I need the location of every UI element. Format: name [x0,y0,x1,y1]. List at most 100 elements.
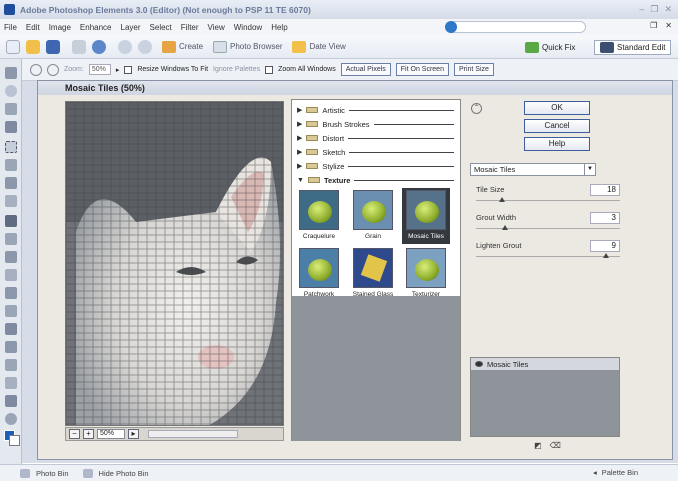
eraser-tool-icon[interactable] [5,323,17,335]
photo-browser-button[interactable]: Photo Browser [213,40,282,53]
red-eye-tool-icon[interactable] [5,269,17,281]
menu-edit[interactable]: Edit [26,23,40,32]
filter-thumb-texturizer[interactable]: Texturizer [402,248,450,300]
preview-zoom-out-button[interactable]: − [69,429,80,439]
hide-photo-bin-label[interactable]: Hide Photo Bin [99,469,149,478]
zoom-out-icon[interactable] [47,63,59,76]
category-sketch[interactable]: ▶ Sketch [292,146,460,158]
filter-thumb-grain[interactable]: Grain [349,190,397,242]
filter-thumb-patchwork[interactable]: Patchwork [295,248,343,300]
param-slider-track[interactable] [476,200,620,201]
zoom-tool-icon[interactable] [5,85,17,97]
menu-view[interactable]: View [208,23,225,32]
cookie-cutter-tool-icon[interactable] [5,251,17,263]
zoom-field[interactable]: 50% [88,64,111,75]
gradient-tool-icon[interactable] [5,395,17,407]
menu-file[interactable]: File [4,23,17,32]
quick-fix-button[interactable]: Quick Fix [520,40,580,55]
param-value-field[interactable]: 3 [590,212,620,224]
pencil-tool-icon[interactable] [5,341,17,353]
crop-tool-icon[interactable] [5,233,17,245]
filter-thumb-stained-glass[interactable]: Stained Glass [349,248,397,300]
preview-zoom-in-button[interactable]: + [83,429,94,439]
zoom-stepper-icon[interactable]: ▸ [116,66,120,74]
delete-effect-layer-icon[interactable]: ⌫ [550,441,561,450]
fit-on-screen-button[interactable]: Fit On Screen [395,63,449,76]
new-file-icon[interactable] [6,39,20,54]
effect-layer-row[interactable]: Mosaic Tiles [471,358,619,370]
lasso-tool-icon[interactable] [5,159,17,171]
category-artistic[interactable]: ▶ Artistic [292,104,460,116]
open-folder-icon[interactable] [26,39,40,54]
new-effect-layer-icon[interactable]: ◩ [534,441,542,450]
marquee-tool-icon[interactable] [5,141,17,153]
print-icon[interactable] [72,39,86,54]
menu-layer[interactable]: Layer [121,23,141,32]
filter-thumb-mosaic-tiles[interactable]: Mosaic Tiles [402,188,450,244]
date-view-button[interactable]: Date View [292,40,346,53]
sponge-tool-icon[interactable] [5,413,17,425]
paint-bucket-tool-icon[interactable] [5,377,17,389]
doc-restore-icon[interactable]: ❐ [650,21,657,30]
zoom-all-windows-checkbox[interactable] [265,65,274,74]
param-slider-track[interactable] [476,256,620,257]
standard-edit-button[interactable]: Standard Edit [594,40,672,55]
restore-icon[interactable]: ❐ [650,4,658,15]
category-texture[interactable]: ▼ Texture [292,174,460,186]
clone-stamp-tool-icon[interactable] [5,305,17,317]
healing-brush-tool-icon[interactable] [5,287,17,299]
brush-tool-icon[interactable] [5,359,17,371]
menu-window[interactable]: Window [234,23,262,32]
visibility-eye-icon[interactable] [475,361,483,367]
palette-bin-arrow-icon[interactable]: ◂ [593,468,597,477]
create-button[interactable]: Create [162,40,203,53]
ok-button[interactable]: OK [524,101,590,115]
filter-type-select[interactable]: Mosaic Tiles ▼ [470,163,596,176]
filter-preview[interactable] [65,101,284,426]
redo-icon[interactable] [138,39,152,54]
menu-help[interactable]: Help [271,23,287,32]
resize-windows-checkbox[interactable] [124,65,133,74]
magic-wand-tool-icon[interactable] [5,177,17,189]
selection-brush-tool-icon[interactable] [5,195,17,207]
background-color-swatch[interactable] [9,435,20,446]
category-distort[interactable]: ▶ Distort [292,132,460,144]
photo-bin-icon[interactable] [20,468,30,478]
doc-close-icon[interactable]: ✕ [665,21,672,30]
save-icon[interactable] [46,39,60,54]
hide-bin-icon[interactable] [82,468,93,478]
email-icon[interactable] [92,39,106,54]
category-brush-strokes[interactable]: ▶ Brush Strokes [292,118,460,130]
help-button[interactable]: Help [524,137,590,151]
menu-enhance[interactable]: Enhance [80,23,112,32]
help-search-input[interactable] [445,21,586,33]
collapse-gallery-icon[interactable]: ⌃ [471,103,482,114]
param-slider-track[interactable] [476,228,620,229]
preview-horizontal-scrollbar[interactable] [148,430,238,438]
close-icon[interactable]: ✕ [664,4,672,15]
preview-zoom-field[interactable]: 50% [97,429,125,439]
filter-thumb-craquelure[interactable]: Craquelure [295,190,343,242]
minimize-icon[interactable]: – [639,4,644,15]
cancel-button[interactable]: Cancel [524,119,590,133]
undo-icon[interactable] [118,39,132,54]
eyedropper-tool-icon[interactable] [5,121,17,133]
zoom-in-icon[interactable] [30,63,42,76]
param-value-field[interactable]: 9 [590,240,620,252]
menu-image[interactable]: Image [49,23,71,32]
actual-pixels-button[interactable]: Actual Pixels [340,63,391,76]
print-size-button[interactable]: Print Size [453,63,494,76]
param-slider-thumb[interactable] [501,225,508,230]
type-tool-icon[interactable] [5,215,17,227]
preview-zoom-dropdown-icon[interactable]: ▸ [128,429,139,439]
photo-bin-label[interactable]: Photo Bin [36,469,69,478]
hand-tool-icon[interactable] [5,103,17,115]
palette-bin-label[interactable]: Palette Bin [602,468,638,477]
move-tool-icon[interactable] [5,67,17,79]
param-slider-thumb[interactable] [602,253,609,258]
param-slider-thumb[interactable] [498,197,505,202]
menu-select[interactable]: Select [150,23,172,32]
menu-filter[interactable]: Filter [181,23,199,32]
param-value-field[interactable]: 18 [590,184,620,196]
category-stylize[interactable]: ▶ Stylize [292,160,460,172]
